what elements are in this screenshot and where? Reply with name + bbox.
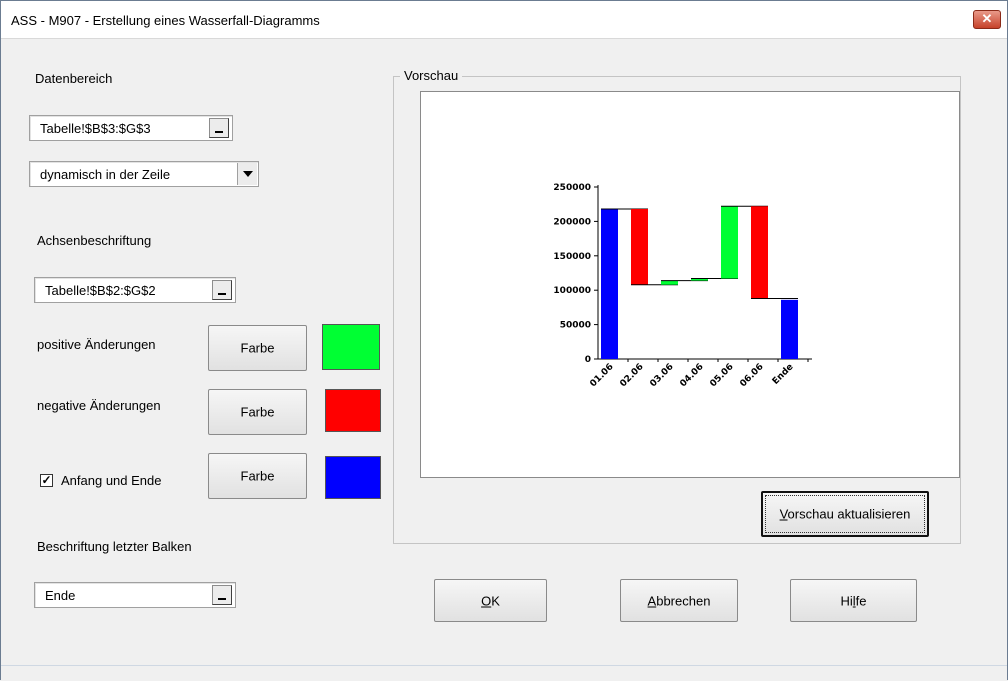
letzter-balken-collapse-button[interactable]	[212, 585, 232, 605]
x-tick-label: 01.06	[588, 362, 615, 389]
datenbereich-mode-select[interactable]: dynamisch in der Zeile	[29, 161, 259, 187]
anfang-ende-color-swatch	[325, 456, 381, 499]
y-tick-label: 0	[585, 355, 591, 365]
help-button[interactable]: Hilfe	[790, 579, 917, 622]
ok-button-label: OK	[481, 593, 500, 608]
positive-changes-label: positive Änderungen	[37, 337, 156, 352]
datenbereich-range-value: Tabelle!$B$3:$G$3	[40, 121, 151, 136]
cancel-button[interactable]: Abbrechen	[620, 579, 738, 622]
check-icon: ✓	[41, 473, 52, 487]
close-button[interactable]: ✕	[973, 10, 1001, 29]
bar-Ende	[781, 299, 798, 359]
letzter-balken-value: Ende	[45, 588, 76, 603]
y-tick-label: 50000	[560, 321, 591, 331]
ok-button[interactable]: OK	[434, 579, 547, 622]
cancel-button-label: Abbrechen	[647, 593, 711, 608]
negative-changes-label: negative Änderungen	[37, 398, 161, 413]
negative-color-button[interactable]: Farbe	[208, 389, 307, 435]
y-tick-label: 100000	[553, 286, 591, 296]
x-tick-label: 05.06	[708, 362, 735, 389]
bottom-edge	[1, 665, 1007, 681]
y-tick-label: 150000	[553, 252, 591, 262]
x-tick-label: 04.06	[678, 362, 705, 389]
letzter-balken-input[interactable]: Ende	[34, 582, 236, 608]
preview-group-label: Vorschau	[400, 68, 463, 83]
datenbereich-range-collapse-button[interactable]	[209, 118, 229, 138]
bar-06.06	[751, 206, 768, 299]
bar-01.06	[601, 209, 618, 359]
achsen-range-value: Tabelle!$B$2:$G$2	[45, 283, 156, 298]
title-bar[interactable]: ASS - M907 - Erstellung eines Wasserfall…	[1, 1, 1007, 39]
positive-color-button-label: Farbe	[240, 340, 275, 356]
achsen-range-collapse-button[interactable]	[212, 280, 232, 300]
positive-color-swatch	[322, 324, 380, 370]
datenbereich-label: Datenbereich	[35, 71, 113, 86]
datenbereich-range-input[interactable]: Tabelle!$B$3:$G$3	[29, 115, 233, 141]
y-tick-label: 250000	[553, 183, 591, 193]
dialog-window: ASS - M907 - Erstellung eines Wasserfall…	[0, 0, 1008, 681]
achsen-range-input[interactable]: Tabelle!$B$2:$G$2	[34, 277, 236, 303]
help-button-label: Hilfe	[840, 593, 867, 608]
refresh-preview-label: Vorschau aktualisieren	[779, 506, 911, 522]
close-icon: ✕	[981, 11, 993, 26]
datenbereich-mode-value: dynamisch in der Zeile	[40, 167, 171, 182]
preview-canvas: 0 50000 100000 150000 200000 250000 01.06 02.06…	[420, 91, 960, 478]
x-tick-label: 03.06	[648, 362, 675, 389]
bar-02.06	[631, 209, 648, 285]
negative-color-button-label: Farbe	[240, 404, 275, 420]
refresh-preview-button[interactable]: Vorschau aktualisieren	[761, 491, 929, 537]
x-tick-label: 02.06	[618, 362, 645, 389]
x-tick-label: Ende	[771, 362, 796, 387]
letzter-balken-label: Beschriftung letzter Balken	[37, 539, 192, 554]
anfang-ende-color-button-label: Farbe	[240, 468, 275, 484]
chevron-down-icon[interactable]	[237, 163, 257, 185]
waterfall-chart: 0 50000 100000 150000 200000 250000 01.06 02.06…	[553, 183, 812, 389]
bar-05.06	[721, 206, 738, 279]
anfang-ende-label: Anfang und Ende	[61, 473, 162, 488]
anfang-ende-color-button[interactable]: Farbe	[208, 453, 307, 499]
bar-03.06	[661, 280, 678, 285]
y-tick-label: 200000	[553, 217, 591, 227]
positive-color-button[interactable]: Farbe	[208, 325, 307, 371]
window-title: ASS - M907 - Erstellung eines Wasserfall…	[11, 13, 320, 28]
anfang-ende-checkbox[interactable]: ✓	[40, 474, 53, 487]
x-tick-label: 06.06	[738, 362, 765, 389]
achsenbeschriftung-label: Achsenbeschriftung	[37, 233, 152, 248]
negative-color-swatch	[325, 389, 381, 432]
